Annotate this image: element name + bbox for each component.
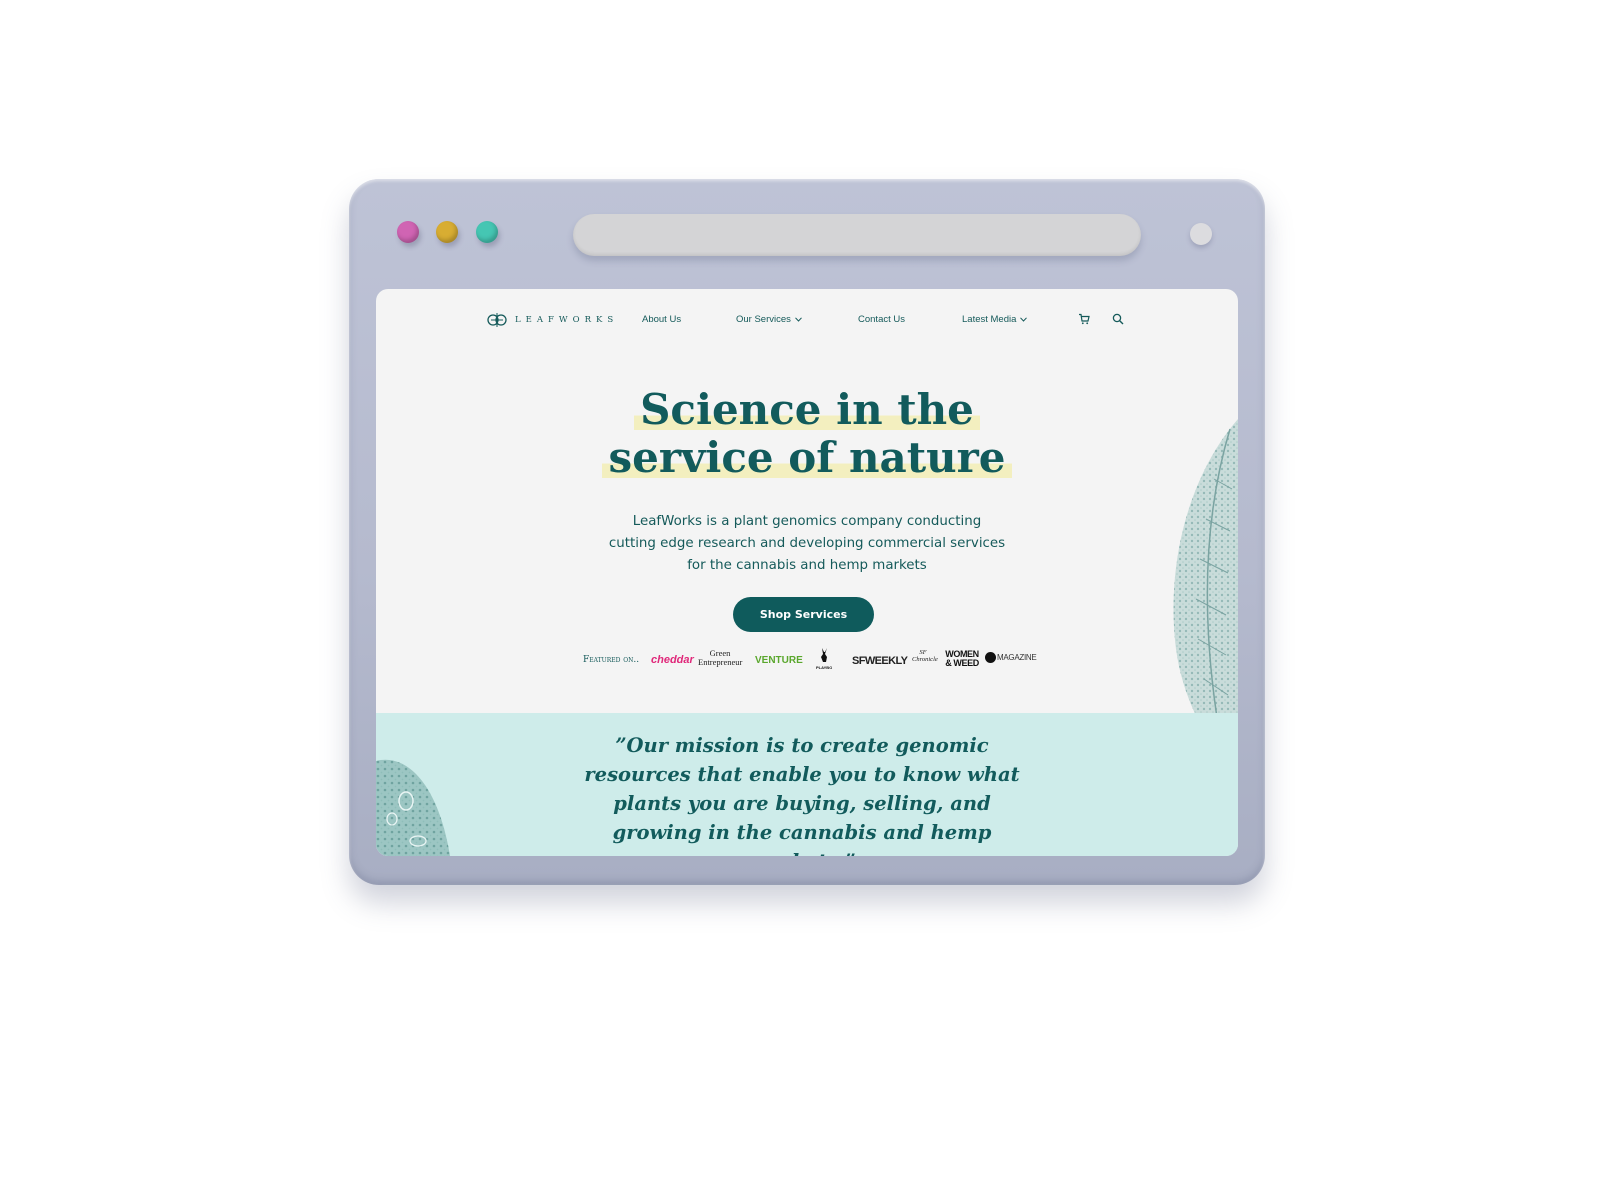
magazine-wordmark: MAGAZINE xyxy=(997,653,1037,662)
nav-our-services[interactable]: Our Services xyxy=(736,314,802,325)
maximize-window-button[interactable] xyxy=(476,221,498,243)
hero-subtitle-line: for the cannabis and hemp markets xyxy=(687,558,927,573)
mission-section: ”Our mission is to create genomic resour… xyxy=(376,713,1238,856)
magazine-badge-icon xyxy=(985,652,996,663)
browser-window: LEAFWORKS About Us Our Services Contact … xyxy=(349,179,1265,885)
minimize-window-button[interactable] xyxy=(436,221,458,243)
nav-latest-media[interactable]: Latest Media xyxy=(962,314,1028,325)
press-logo-women-and-weed[interactable]: WOMEN & WEED xyxy=(943,650,981,668)
playboy-bunny-icon xyxy=(821,648,827,662)
press-logo-sf-chronicle[interactable]: SF Chronicle xyxy=(912,649,938,663)
press-logo-sfweekly[interactable]: SFWEEKLY xyxy=(852,655,908,667)
hero-title-line-2: service of nature xyxy=(602,433,1012,482)
hero-subtitle-line: cutting edge research and developing com… xyxy=(608,536,1006,551)
search-icon[interactable] xyxy=(1112,313,1124,325)
featured-on-label: Featured on.. xyxy=(583,655,640,665)
nav-about-us[interactable]: About Us xyxy=(642,314,681,325)
nav-contact-us[interactable]: Contact Us xyxy=(858,314,905,325)
chevron-down-icon xyxy=(795,317,802,322)
shop-services-button[interactable]: Shop Services xyxy=(733,597,874,632)
press-logo-green-entrepreneur[interactable]: Green Entrepreneur xyxy=(698,649,742,667)
hero-subtitle: LeafWorks is a plant genomics company co… xyxy=(376,511,1238,577)
browser-menu-button[interactable] xyxy=(1190,223,1212,245)
mission-quote: ”Our mission is to create genomic resour… xyxy=(584,734,1020,856)
nav-contact-us-label: Contact Us xyxy=(858,314,905,325)
hero-subtitle-line: LeafWorks is a plant genomics company co… xyxy=(632,514,982,529)
logo-wordmark: LEAFWORKS xyxy=(515,315,619,325)
site-logo[interactable]: LEAFWORKS xyxy=(487,311,618,329)
leaf-illustration-left xyxy=(376,759,450,856)
address-bar[interactable] xyxy=(573,214,1141,256)
press-logo-magazine[interactable]: MAGAZINE xyxy=(985,652,1037,663)
chevron-down-icon xyxy=(1020,317,1028,322)
site-header: LEAFWORKS About Us Our Services Contact … xyxy=(376,289,1238,353)
nav-our-services-label: Our Services xyxy=(736,314,791,325)
hero-title: Science in the service of nature xyxy=(376,385,1238,482)
close-window-button[interactable] xyxy=(397,221,419,243)
press-logo-cheddar[interactable]: cheddar xyxy=(651,654,694,666)
cart-icon[interactable] xyxy=(1078,313,1090,325)
press-logo-venture[interactable]: VENTURE xyxy=(755,655,803,666)
hero-title-line-1: Science in the xyxy=(634,385,980,434)
nav-about-us-label: About Us xyxy=(642,314,682,325)
nav-latest-media-label: Latest Media xyxy=(962,314,1017,325)
web-page: LEAFWORKS About Us Our Services Contact … xyxy=(376,289,1238,856)
leafworks-logo-icon xyxy=(487,313,507,327)
